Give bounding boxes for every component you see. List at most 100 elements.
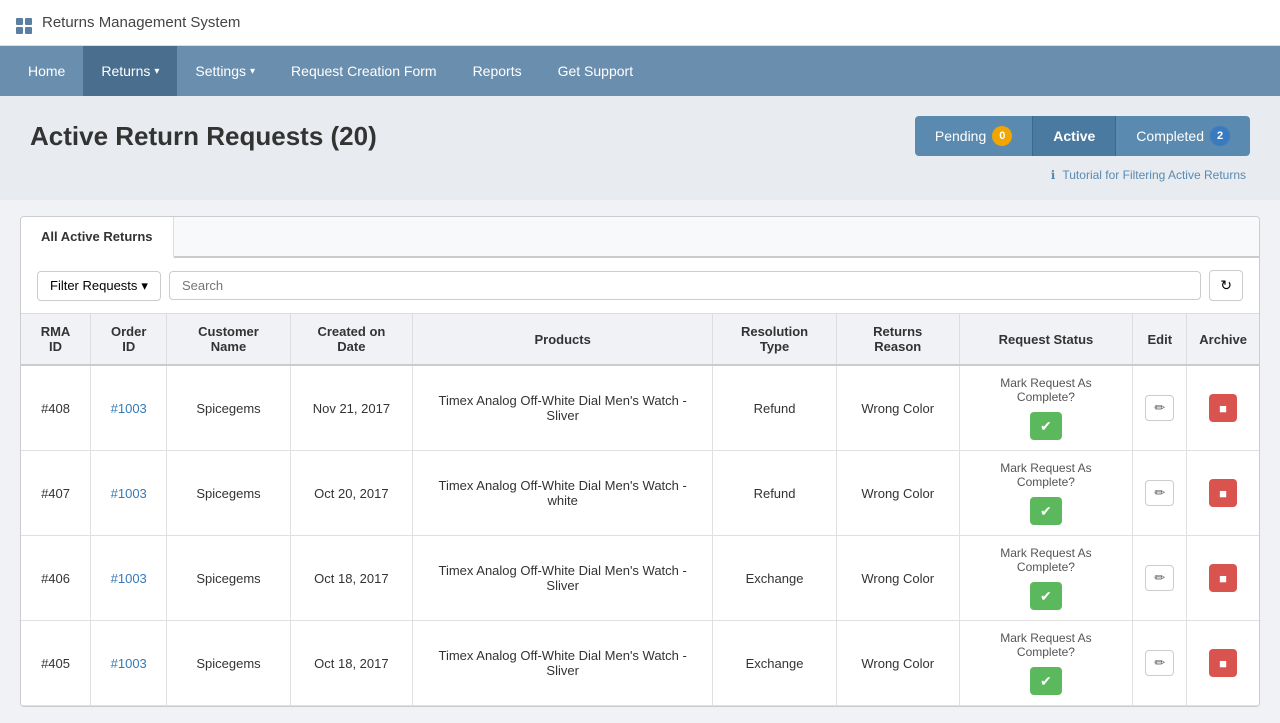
cell-returns-reason: Wrong Color <box>836 621 959 706</box>
cell-products: Timex Analog Off-White Dial Men's Watch … <box>413 621 713 706</box>
col-resolution-type: Resolution Type <box>713 314 837 365</box>
mark-complete-button[interactable]: ✔ <box>1030 412 1062 440</box>
info-icon: ℹ <box>1051 168 1056 182</box>
cell-customer-name: Spicegems <box>167 536 290 621</box>
col-returns-reason: Returns Reason <box>836 314 959 365</box>
nav-item-get-support[interactable]: Get Support <box>540 46 652 96</box>
order-link[interactable]: #1003 <box>111 656 147 671</box>
page-header: Active Return Requests (20) Pending 0 Ac… <box>0 96 1280 200</box>
edit-button[interactable]: ✏ <box>1145 650 1174 676</box>
cell-products: Timex Analog Off-White Dial Men's Watch … <box>413 536 713 621</box>
cell-created-date: Oct 18, 2017 <box>290 621 413 706</box>
mark-complete-button[interactable]: ✔ <box>1030 582 1062 610</box>
cell-customer-name: Spicegems <box>167 365 290 451</box>
completed-badge: 2 <box>1210 126 1230 146</box>
mark-complete-button[interactable]: ✔ <box>1030 497 1062 525</box>
data-table: RMA ID Order ID Customer Name Created on… <box>21 314 1259 706</box>
cell-created-date: Oct 20, 2017 <box>290 451 413 536</box>
page-title: Active Return Requests (20) <box>30 121 377 152</box>
tab-header: All Active Returns <box>21 217 1259 258</box>
nav-item-returns[interactable]: Returns ▾ <box>83 46 177 96</box>
col-archive: Archive <box>1187 314 1259 365</box>
archive-button[interactable]: ■ <box>1209 394 1237 422</box>
nav-item-reports[interactable]: Reports <box>455 46 540 96</box>
nav-item-settings[interactable]: Settings ▾ <box>177 46 273 96</box>
cell-products: Timex Analog Off-White Dial Men's Watch … <box>413 451 713 536</box>
app-title: Returns Management System <box>42 14 240 31</box>
cell-resolution-type: Refund <box>713 365 837 451</box>
cell-created-date: Nov 21, 2017 <box>290 365 413 451</box>
cell-resolution-type: Exchange <box>713 621 837 706</box>
request-status-text: Mark Request As Complete? <box>972 376 1121 404</box>
nav-bar: Home Returns ▾ Settings ▾ Request Creati… <box>0 46 1280 96</box>
col-edit: Edit <box>1133 314 1187 365</box>
order-link[interactable]: #1003 <box>111 486 147 501</box>
cell-rma-id: #408 <box>21 365 91 451</box>
cell-returns-reason: Wrong Color <box>836 536 959 621</box>
request-status-text: Mark Request As Complete? <box>972 631 1121 659</box>
cell-edit[interactable]: ✏ <box>1133 536 1187 621</box>
cell-customer-name: Spicegems <box>167 621 290 706</box>
tab-panel: All Active Returns Filter Requests ▾ ↻ R… <box>20 216 1260 707</box>
cell-order-id[interactable]: #1003 <box>91 621 167 706</box>
cell-products: Timex Analog Off-White Dial Men's Watch … <box>413 365 713 451</box>
order-link[interactable]: #1003 <box>111 401 147 416</box>
cell-rma-id: #405 <box>21 621 91 706</box>
filter-row: Filter Requests ▾ ↻ <box>21 258 1259 314</box>
cell-request-status: Mark Request As Complete? ✔ <box>959 621 1133 706</box>
cell-request-status: Mark Request As Complete? ✔ <box>959 365 1133 451</box>
completed-button[interactable]: Completed 2 <box>1116 116 1250 156</box>
cell-archive[interactable]: ■ <box>1187 621 1259 706</box>
nav-item-request-creation[interactable]: Request Creation Form <box>273 46 455 96</box>
pending-badge: 0 <box>992 126 1012 146</box>
mark-complete-button[interactable]: ✔ <box>1030 667 1062 695</box>
cell-edit[interactable]: ✏ <box>1133 621 1187 706</box>
cell-request-status: Mark Request As Complete? ✔ <box>959 536 1133 621</box>
table-row: #405 #1003 Spicegems Oct 18, 2017 Timex … <box>21 621 1259 706</box>
cell-archive[interactable]: ■ <box>1187 536 1259 621</box>
edit-button[interactable]: ✏ <box>1145 565 1174 591</box>
active-button[interactable]: Active <box>1032 116 1116 156</box>
settings-caret: ▾ <box>250 66 255 77</box>
cell-edit[interactable]: ✏ <box>1133 365 1187 451</box>
filter-requests-button[interactable]: Filter Requests ▾ <box>37 271 161 301</box>
search-input[interactable] <box>169 271 1201 300</box>
filter-caret-icon: ▾ <box>141 278 148 294</box>
cell-resolution-type: Refund <box>713 451 837 536</box>
nav-item-home[interactable]: Home <box>10 46 83 96</box>
table-row: #408 #1003 Spicegems Nov 21, 2017 Timex … <box>21 365 1259 451</box>
cell-order-id[interactable]: #1003 <box>91 536 167 621</box>
order-link[interactable]: #1003 <box>111 571 147 586</box>
cell-order-id[interactable]: #1003 <box>91 451 167 536</box>
request-status-text: Mark Request As Complete? <box>972 461 1121 489</box>
archive-button[interactable]: ■ <box>1209 649 1237 677</box>
cell-archive[interactable]: ■ <box>1187 451 1259 536</box>
cell-order-id[interactable]: #1003 <box>91 365 167 451</box>
edit-button[interactable]: ✏ <box>1145 395 1174 421</box>
content-area: All Active Returns Filter Requests ▾ ↻ R… <box>0 200 1280 723</box>
table-row: #407 #1003 Spicegems Oct 20, 2017 Timex … <box>21 451 1259 536</box>
col-rma-id: RMA ID <box>21 314 91 365</box>
cell-returns-reason: Wrong Color <box>836 451 959 536</box>
pending-button[interactable]: Pending 0 <box>915 116 1032 156</box>
table-row: #406 #1003 Spicegems Oct 18, 2017 Timex … <box>21 536 1259 621</box>
edit-button[interactable]: ✏ <box>1145 480 1174 506</box>
refresh-button[interactable]: ↻ <box>1209 270 1243 301</box>
table-header: RMA ID Order ID Customer Name Created on… <box>21 314 1259 365</box>
request-status-text: Mark Request As Complete? <box>972 546 1121 574</box>
table-body: #408 #1003 Spicegems Nov 21, 2017 Timex … <box>21 365 1259 706</box>
archive-button[interactable]: ■ <box>1209 564 1237 592</box>
cell-rma-id: #406 <box>21 536 91 621</box>
top-bar: Returns Management System <box>0 0 1280 46</box>
cell-customer-name: Spicegems <box>167 451 290 536</box>
cell-rma-id: #407 <box>21 451 91 536</box>
archive-button[interactable]: ■ <box>1209 479 1237 507</box>
cell-request-status: Mark Request As Complete? ✔ <box>959 451 1133 536</box>
cell-resolution-type: Exchange <box>713 536 837 621</box>
tab-all-active-returns[interactable]: All Active Returns <box>21 217 174 258</box>
cell-archive[interactable]: ■ <box>1187 365 1259 451</box>
cell-created-date: Oct 18, 2017 <box>290 536 413 621</box>
cell-edit[interactable]: ✏ <box>1133 451 1187 536</box>
col-order-id: Order ID <box>91 314 167 365</box>
tutorial-link[interactable]: ℹ Tutorial for Filtering Active Returns <box>30 164 1250 190</box>
